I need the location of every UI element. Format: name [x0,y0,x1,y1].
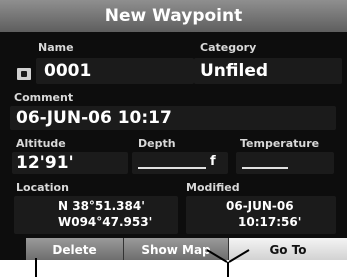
title-bar: New Waypoint [0,0,347,32]
gps-screen: New Waypoint Name Category 0001 Unfiled … [0,0,347,260]
category-value: Unfiled [200,61,269,81]
depth-blank-line [138,167,206,169]
temperature-blank-line [242,167,288,169]
location-latitude: N 38°51.384' [58,199,145,213]
depth-label: Depth [138,137,176,150]
name-label: Name [38,41,74,54]
temperature-label: Temperature [240,137,320,150]
category-label: Category [200,41,257,54]
category-field[interactable]: Unfiled [194,58,342,84]
go-to-button-label: Go To [269,243,307,257]
modified-date: 06-JUN-06 [226,199,294,213]
modified-label: Modified [186,181,240,194]
altitude-value: 12'91' [16,153,74,173]
name-value: 0001 [44,61,92,81]
altitude-label: Altitude [16,137,66,150]
altitude-field[interactable]: 12'91' [12,152,128,174]
depth-unit: f [210,154,216,169]
depth-field[interactable]: f [132,152,228,174]
page-title: New Waypoint [104,6,243,26]
location-label: Location [16,181,69,194]
delete-button[interactable]: Delete [26,238,124,260]
modified-field: 06-JUN-06 10:17:56' [186,196,336,234]
temperature-field[interactable] [236,152,334,174]
comment-value: 06-JUN-06 10:17 [16,108,172,128]
comment-label: Comment [14,91,74,104]
waypoint-symbol-icon[interactable] [17,68,31,80]
comment-field[interactable]: 06-JUN-06 10:17 [10,106,336,130]
modified-time: 10:17:56' [238,215,302,229]
delete-button-label: Delete [52,243,97,257]
location-field[interactable]: N 38°51.384' W094°47.953' [14,196,178,234]
location-longitude: W094°47.953' [58,215,153,229]
callout-line-left [35,258,37,277]
callout-fork [206,249,250,263]
name-field[interactable]: 0001 [36,58,194,84]
